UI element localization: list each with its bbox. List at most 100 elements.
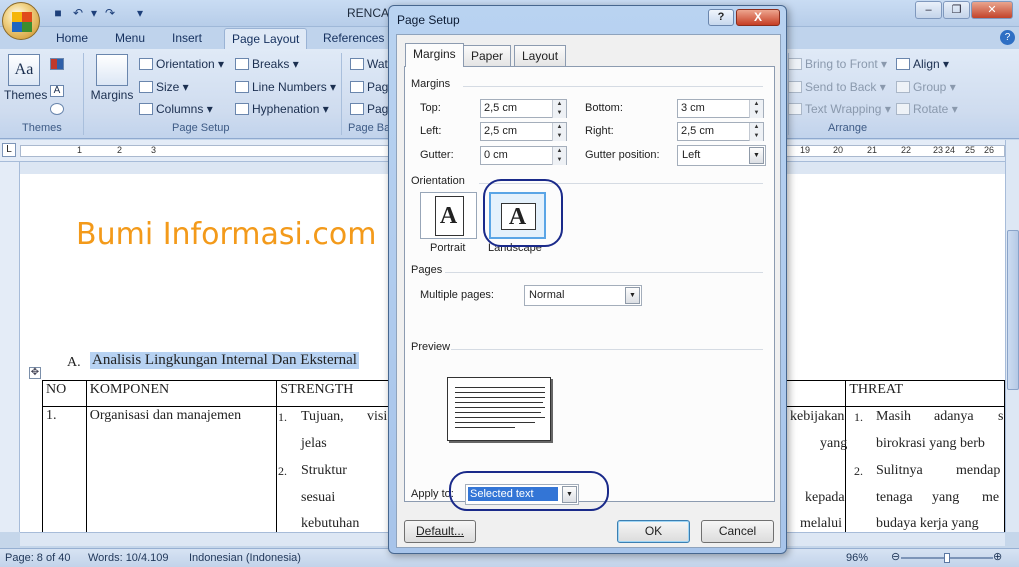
breaks-button[interactable]: Breaks ▾: [235, 57, 299, 71]
theme-fonts-icon: A: [50, 85, 64, 97]
vertical-ruler[interactable]: [0, 162, 20, 532]
cell-text: yang: [820, 436, 848, 451]
zoom-slider[interactable]: ⊖ ⊕: [891, 550, 1002, 563]
bring-to-front-button[interactable]: Bring to Front ▾: [788, 57, 887, 71]
spin-up-icon[interactable]: ▲: [552, 123, 566, 132]
size-icon: [139, 81, 153, 93]
spin-down-icon[interactable]: ▼: [552, 156, 566, 165]
tab-page-layout[interactable]: Page Layout: [224, 28, 308, 50]
header-komponen[interactable]: KOMPONEN: [85, 380, 278, 407]
table-move-handle-icon[interactable]: ✥: [29, 367, 41, 379]
word-count[interactable]: Words: 10/4.109: [88, 552, 169, 564]
tab-insert[interactable]: Insert: [172, 31, 202, 45]
line-numbers-button[interactable]: Line Numbers ▾: [235, 80, 336, 94]
line-numbers-icon: [235, 81, 249, 93]
cell-text: visi: [367, 409, 388, 424]
spin-down-icon[interactable]: ▼: [749, 132, 763, 141]
orientation-button[interactable]: Orientation ▾: [139, 57, 224, 71]
default-button[interactable]: Default...: [404, 520, 476, 543]
tab-selector[interactable]: L: [2, 143, 16, 157]
tab-margins[interactable]: Margins: [405, 43, 464, 67]
language-indicator[interactable]: Indonesian (Indonesia): [189, 552, 301, 564]
right-margin-input[interactable]: 2,5 cm ▲ ▼: [677, 122, 764, 141]
cell-no[interactable]: 1.: [42, 406, 87, 532]
heading-text[interactable]: Analisis Lingkungan Internal Dan Ekstern…: [90, 352, 359, 369]
size-button[interactable]: Size ▾: [139, 80, 189, 94]
watermark-button[interactable]: Wat: [350, 57, 388, 71]
rotate-label: Rotate: [913, 102, 949, 116]
line-numbers-label: Line Numbers: [252, 80, 327, 94]
tab-menu[interactable]: Menu: [115, 31, 145, 45]
spin-up-icon[interactable]: ▲: [749, 123, 763, 132]
left-margin-input[interactable]: 2,5 cm ▲ ▼: [480, 122, 567, 141]
themes-label: Themes: [4, 88, 48, 102]
tab-references[interactable]: References: [323, 31, 384, 45]
columns-button[interactable]: Columns ▾: [139, 102, 213, 116]
align-button[interactable]: Align ▾: [896, 57, 949, 71]
page-color-button[interactable]: Pag: [350, 80, 388, 94]
chevron-down-icon[interactable]: ▼: [749, 147, 764, 164]
customize-qat-icon[interactable]: ▾: [132, 5, 148, 21]
chevron-down-icon[interactable]: ▼: [625, 287, 640, 304]
gutter-position-select[interactable]: Left ▼: [677, 145, 766, 166]
theme-colors-button[interactable]: [50, 57, 67, 71]
header-no[interactable]: NO: [42, 380, 87, 407]
cancel-button[interactable]: Cancel: [701, 520, 774, 543]
tab-paper[interactable]: Paper: [463, 45, 512, 66]
multiple-pages-select[interactable]: Normal ▼: [524, 285, 642, 306]
header-threat[interactable]: THREAT: [845, 380, 1005, 407]
redo-icon[interactable]: ↷: [102, 5, 118, 21]
spin-up-icon[interactable]: ▲: [552, 100, 566, 109]
bottom-margin-input[interactable]: 3 cm ▲ ▼: [677, 99, 764, 118]
gutter-input[interactable]: 0 cm ▲ ▼: [480, 146, 567, 165]
maximize-button[interactable]: ❐: [943, 1, 970, 19]
send-to-back-button[interactable]: Send to Back ▾: [788, 80, 886, 94]
text-wrapping-label: Text Wrapping: [805, 102, 882, 116]
ruler-tick: 19: [800, 145, 811, 155]
preview-line: [455, 392, 545, 393]
zoom-out-icon[interactable]: ⊖: [891, 550, 900, 563]
close-button[interactable]: ✕: [971, 1, 1013, 19]
dialog-close-button[interactable]: X: [736, 9, 780, 26]
ok-button[interactable]: OK: [617, 520, 690, 543]
top-margin-input[interactable]: 2,5 cm ▲ ▼: [480, 99, 567, 118]
cell-text: me: [982, 490, 1000, 505]
themes-button[interactable]: Aa Themes: [4, 54, 48, 102]
scrollbar-thumb[interactable]: [1007, 230, 1019, 390]
margins-button[interactable]: Margins: [89, 54, 135, 102]
preview-line: [455, 412, 541, 413]
help-icon[interactable]: ?: [1000, 30, 1015, 45]
hyphenation-button[interactable]: Hyphenation ▾: [235, 102, 329, 116]
zoom-level[interactable]: 96%: [846, 552, 868, 564]
theme-effects-button[interactable]: [50, 102, 67, 116]
cell-text: Sulitnya: [876, 463, 923, 478]
zoom-in-icon[interactable]: ⊕: [993, 550, 1002, 563]
portrait-option[interactable]: A: [420, 192, 477, 239]
page-borders-button[interactable]: Pag: [350, 102, 388, 116]
theme-fonts-button[interactable]: A: [50, 80, 67, 97]
spin-down-icon[interactable]: ▼: [552, 109, 566, 118]
rotate-button[interactable]: Rotate ▾: [896, 102, 958, 116]
cell-komponen[interactable]: Organisasi dan manajemen: [85, 406, 278, 532]
group-button[interactable]: Group ▾: [896, 80, 956, 94]
office-button[interactable]: [2, 2, 40, 40]
dialog-help-button[interactable]: ?: [708, 9, 734, 26]
minimize-button[interactable]: –: [915, 1, 942, 19]
tab-home[interactable]: Home: [56, 31, 88, 45]
ruler-tick: 21: [867, 145, 878, 155]
rotate-icon: [896, 103, 910, 115]
page-count[interactable]: Page: 8 of 40: [5, 552, 70, 564]
vertical-scrollbar[interactable]: [1005, 140, 1019, 532]
undo-dropdown-icon[interactable]: ▾: [86, 5, 102, 21]
spin-up-icon[interactable]: ▲: [749, 100, 763, 109]
spin-down-icon[interactable]: ▼: [552, 132, 566, 141]
save-icon[interactable]: ■: [50, 5, 66, 21]
zoom-thumb[interactable]: [944, 553, 950, 563]
spin-down-icon[interactable]: ▼: [749, 109, 763, 118]
undo-icon[interactable]: ↶: [70, 5, 86, 21]
tab-layout[interactable]: Layout: [514, 45, 567, 66]
spin-up-icon[interactable]: ▲: [552, 147, 566, 156]
text-wrapping-button[interactable]: Text Wrapping ▾: [788, 102, 891, 116]
watermark-text: Bumi Informasi.com: [76, 217, 377, 252]
section-orientation: Orientation: [411, 175, 465, 187]
